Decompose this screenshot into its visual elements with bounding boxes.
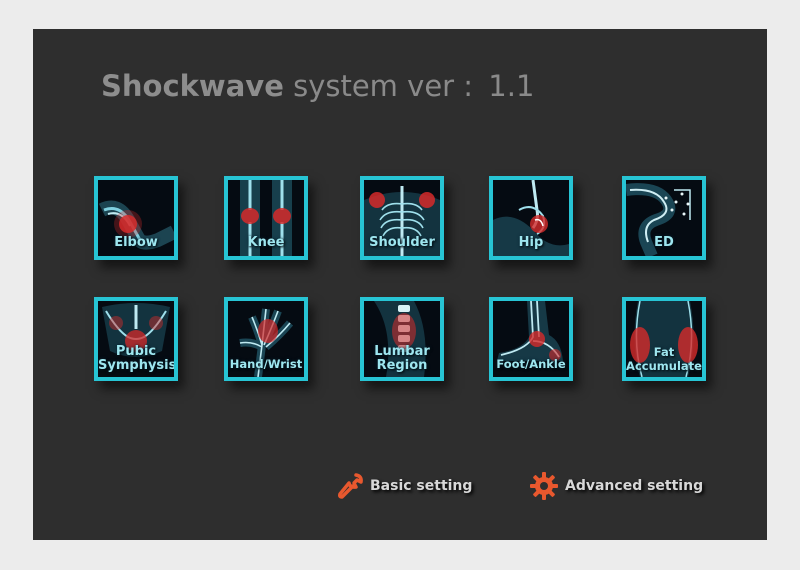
- page-title: Shockwave system ver : 1.1: [101, 69, 534, 103]
- main-screen: Shockwave system ver : 1.1 Elbow Knee Sh…: [33, 29, 767, 540]
- tile-label-line1: Lumbar: [374, 344, 430, 359]
- tile-label: Hip: [518, 235, 544, 250]
- brand-name: Shockwave: [101, 69, 284, 103]
- tile-label: Elbow: [114, 235, 158, 250]
- tile-label: ED: [654, 235, 674, 250]
- tile-label-line1: Pubic: [115, 344, 157, 359]
- tile-fat-accumulate[interactable]: Fat Accumulate: [622, 297, 706, 381]
- tile-shoulder[interactable]: Shoulder: [360, 176, 444, 260]
- tile-label-line2: Region: [376, 358, 428, 373]
- tile-label: Foot/Ankle: [496, 357, 566, 371]
- gear-icon: [530, 472, 558, 500]
- tile-ed[interactable]: ED: [622, 176, 706, 260]
- tile-elbow[interactable]: Elbow: [94, 176, 178, 260]
- tile-hip[interactable]: Hip: [489, 176, 573, 260]
- tile-foot-ankle[interactable]: Foot/Ankle: [489, 297, 573, 381]
- tile-label: Lumbar Region: [364, 345, 440, 373]
- advanced-setting-button[interactable]: Advanced setting: [529, 471, 703, 501]
- tile-label-line2: Symphysis: [98, 358, 177, 373]
- tile-lumbar-region[interactable]: Lumbar Region: [360, 297, 444, 381]
- tile-pubic-symphysis[interactable]: Pubic Symphysis: [94, 297, 178, 381]
- tile-hand-wrist[interactable]: Hand/Wrist: [224, 297, 308, 381]
- tile-label: Pubic Symphysis: [98, 345, 174, 373]
- tile-label-line2: Accumulate: [626, 359, 702, 373]
- basic-setting-label: Basic setting: [370, 478, 473, 494]
- tile-label: Knee: [247, 235, 285, 250]
- wrench-icon: [338, 473, 363, 499]
- tile-label-line1: Fat: [653, 345, 675, 359]
- title-subtitle: system ver :: [293, 69, 474, 103]
- tile-knee[interactable]: Knee: [224, 176, 308, 260]
- advanced-setting-label: Advanced setting: [565, 478, 704, 494]
- basic-setting-button[interactable]: Basic setting: [336, 471, 472, 501]
- version-number: 1.1: [488, 69, 535, 103]
- tile-label: Hand/Wrist: [229, 357, 303, 371]
- tile-label: Shoulder: [369, 235, 435, 250]
- tile-label: Fat Accumulate: [626, 345, 702, 373]
